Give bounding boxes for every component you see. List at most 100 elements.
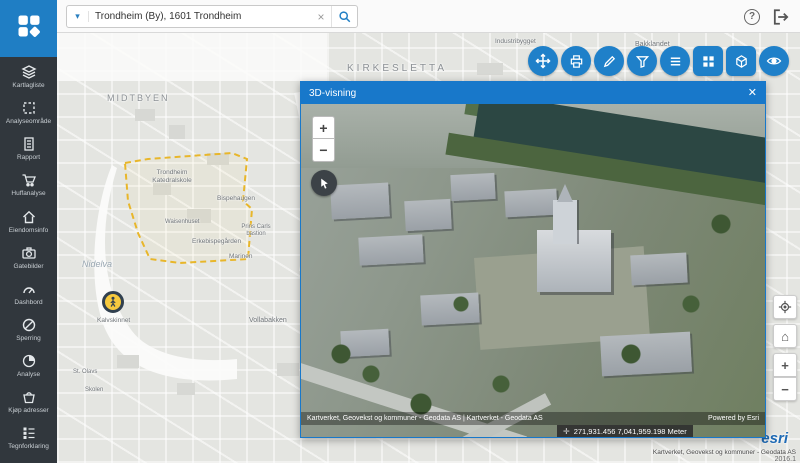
layers-icon [21, 64, 37, 80]
scene-building [404, 199, 452, 231]
cursor-arrow-icon [318, 177, 331, 190]
map-label: MIDTBYEN [107, 93, 170, 103]
sidebar-item-kjop-adresser[interactable]: Kjøp adresser [0, 387, 57, 416]
list-tool-button[interactable] [660, 46, 690, 76]
pan-tool-button[interactable] [528, 46, 558, 76]
map-zoom-controls: ⌂ + − [773, 295, 797, 401]
no-entry-icon [21, 317, 37, 333]
scene-building [450, 173, 495, 201]
draw-tool-button[interactable] [594, 46, 624, 76]
scene-riverbank-far [464, 104, 615, 138]
sidebar: Kartlagliste Analyseområde Rapport Huffa… [0, 0, 57, 463]
home-extent-button[interactable]: ⌂ [773, 324, 797, 348]
close-icon[interactable]: ✕ [748, 88, 757, 99]
map-label: Bispehaugen [217, 195, 255, 202]
sidebar-item-sperring[interactable]: Sperring [0, 315, 57, 344]
cathedral-building [537, 230, 611, 292]
print-icon [569, 54, 584, 69]
pencil-icon [602, 54, 617, 69]
3d-scene[interactable]: + − Kartverket, Geovekst og kommuner - G… [301, 104, 765, 437]
map-block [117, 355, 139, 368]
zoom-out-button[interactable]: − [773, 377, 797, 401]
sidebar-item-kartlagliste[interactable]: Kartlagliste [0, 62, 57, 91]
3d-zoom-in-button[interactable]: + [312, 116, 335, 139]
locate-button[interactable] [773, 295, 797, 319]
3d-coordinates-readout: ✛ 271,931.456 7,041,959.198 Meter [557, 425, 693, 437]
3d-tool-button[interactable] [726, 46, 756, 76]
app-logo[interactable] [0, 0, 57, 57]
3d-zoom-out-button[interactable]: − [312, 139, 335, 162]
scene-riverbank [445, 133, 765, 209]
print-tool-button[interactable] [561, 46, 591, 76]
scene-building [358, 234, 423, 265]
filter-tool-button[interactable] [627, 46, 657, 76]
scene-plaza [474, 246, 650, 350]
house-icon [21, 209, 37, 225]
sidebar-item-label: Dashbord [14, 299, 42, 306]
sidebar-item-label: Analyse [17, 371, 40, 378]
streetview-marker[interactable] [102, 291, 124, 313]
app-window: Kartlagliste Analyseområde Rapport Huffa… [0, 0, 800, 463]
map-block [169, 125, 185, 139]
map-canvas[interactable]: KIRKESLETTA MIDTBYEN Bakklandet Industri… [57, 33, 800, 463]
map-block [207, 153, 229, 165]
map-label: Kalvskinnet [97, 317, 130, 324]
list-icon [668, 54, 683, 69]
search-dropdown-caret[interactable]: ▾ [67, 11, 89, 22]
logout-button[interactable] [772, 8, 790, 26]
coordinates-value: 271,931.456 7,041,959.198 Meter [574, 427, 687, 436]
scene-building [340, 329, 389, 357]
map-attribution: Kartverket, Geovekst og kommuner - Geoda… [653, 449, 796, 456]
scene-river [473, 104, 765, 190]
powered-by-esri[interactable]: Powered by Esri [708, 415, 759, 422]
visibility-tool-button[interactable] [759, 46, 789, 76]
scene-trees [301, 104, 765, 437]
topbar: ▾ × ? [57, 0, 800, 33]
funnel-icon [635, 54, 650, 69]
scene-building [330, 183, 390, 220]
map-block [135, 109, 155, 121]
crosshair-icon: ✛ [563, 427, 570, 436]
legend-icon [21, 425, 37, 441]
sidebar-item-label: Huffanalyse [11, 190, 45, 197]
cart-icon [21, 172, 37, 188]
logout-icon [772, 8, 790, 26]
search-input[interactable] [89, 11, 311, 22]
3d-panel-header[interactable]: 3D-visning ✕ [301, 82, 765, 104]
scene-building [600, 332, 692, 377]
sidebar-item-eiendomsinfo[interactable]: Eiendomsinfo [0, 207, 57, 236]
pedestrian-icon [107, 296, 119, 308]
scene-ground [301, 104, 765, 437]
sidebar-item-label: Sperring [16, 335, 41, 342]
sidebar-item-label: Tegnforklaring [8, 443, 49, 450]
search-button[interactable] [331, 6, 357, 27]
sidebar-item-label: Rapport [17, 154, 40, 161]
app-version: 2016.1 [775, 456, 796, 463]
cathedral-spire [557, 184, 573, 202]
sidebar-item-tegnforklaring[interactable]: Tegnforklaring [0, 423, 57, 452]
3d-rotate-button[interactable] [311, 170, 337, 196]
sidebar-item-label: Kjøp adresser [8, 407, 48, 414]
sidebar-item-analyse[interactable]: Analyse [0, 351, 57, 380]
clear-search-icon[interactable]: × [311, 10, 331, 24]
report-icon [21, 136, 37, 152]
sidebar-item-gatebilder[interactable]: Gatebilder [0, 243, 57, 272]
scene-building [630, 253, 687, 286]
sidebar-item-dashbord[interactable]: Dashbord [0, 279, 57, 308]
eye-icon [766, 53, 782, 69]
sidebar-item-huffanalyse[interactable]: Huffanalyse [0, 170, 57, 199]
zoom-in-button[interactable]: + [773, 353, 797, 377]
sidebar-item-rapport[interactable]: Rapport [0, 134, 57, 163]
sidebar-item-analyseomrade[interactable]: Analyseområde [0, 98, 57, 127]
camera-icon [21, 245, 37, 261]
help-button[interactable]: ? [744, 9, 760, 25]
topbar-right: ? [744, 0, 790, 33]
sidebar-item-partial[interactable] [0, 460, 57, 463]
locate-icon [778, 300, 792, 314]
map-label: St. Olavs [73, 369, 97, 375]
sidebar-item-label: Eiendomsinfo [9, 227, 48, 234]
grid-tool-button[interactable] [693, 46, 723, 76]
map-label: Trondheim Katedralskole [141, 169, 203, 185]
basket-icon [21, 389, 37, 405]
search-icon [338, 10, 351, 23]
